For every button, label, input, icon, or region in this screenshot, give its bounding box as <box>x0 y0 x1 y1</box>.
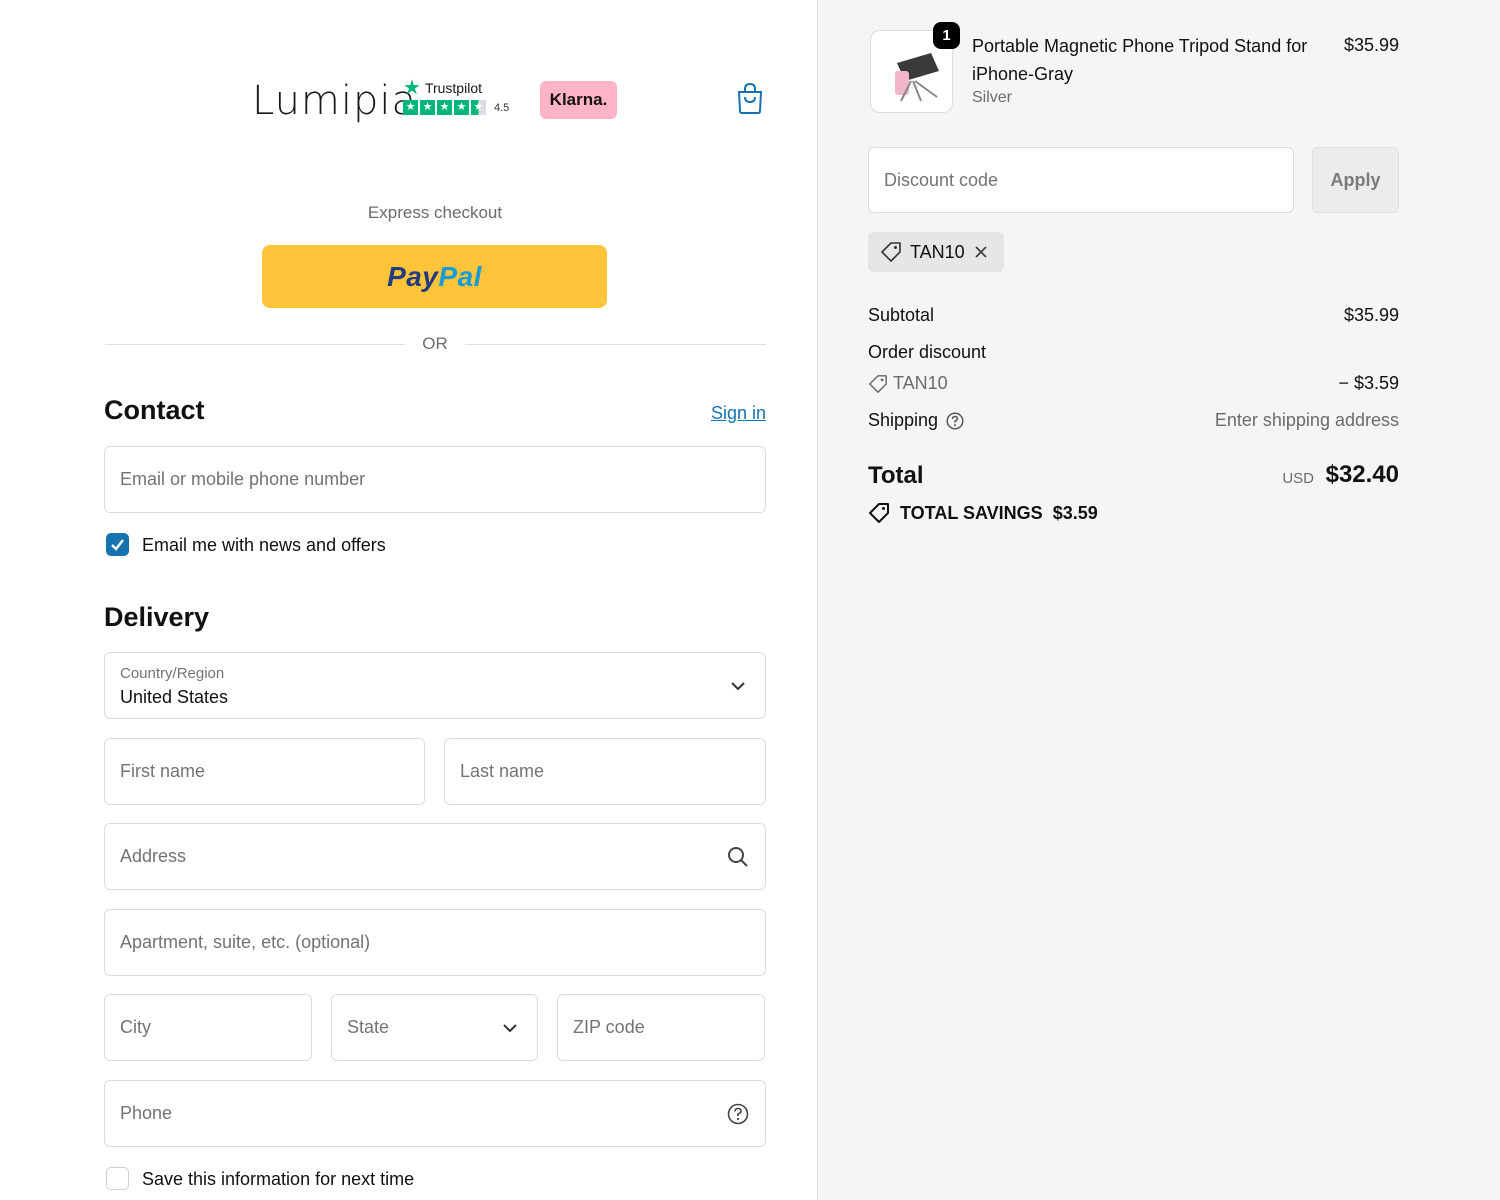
currency-code: USD <box>1282 470 1314 487</box>
chevron-down-icon <box>731 682 745 691</box>
country-label: Country/Region <box>120 665 225 682</box>
store-logo[interactable]: Lumipia <box>252 78 417 124</box>
subtotal-row: Subtotal $35.99 <box>868 305 1399 326</box>
city-field[interactable]: City <box>104 994 312 1061</box>
tag-icon <box>869 375 887 393</box>
product-variant: Silver <box>972 89 1013 106</box>
newsletter-checkbox[interactable] <box>106 533 129 556</box>
order-discount-code: TAN10 <box>893 373 948 393</box>
paypal-label-pay: Pay <box>387 260 439 292</box>
newsletter-label: Email me with news and offers <box>142 535 386 555</box>
help-icon[interactable] <box>727 1103 749 1125</box>
total-label: Total <box>868 462 924 489</box>
email-placeholder: Email or mobile phone number <box>120 469 366 489</box>
country-value: United States <box>120 687 229 707</box>
product-price: $35.99 <box>1343 35 1399 55</box>
shipping-value: Enter shipping address <box>1214 410 1399 430</box>
total-savings-label: TOTAL SAVINGS <box>900 502 1043 523</box>
address-placeholder: Address <box>120 846 187 866</box>
rating-star-icon: ★ <box>437 100 452 115</box>
rating-star-icon: ★ <box>420 100 435 115</box>
contact-heading: Contact <box>104 395 205 425</box>
paypal-button[interactable]: Pay Pal <box>262 245 607 308</box>
phone-placeholder: Phone <box>120 1103 173 1123</box>
apartment-field[interactable]: Apartment, suite, etc. (optional) <box>104 909 766 976</box>
savings-tag-icon <box>869 503 889 523</box>
remove-discount-icon[interactable] <box>973 244 989 260</box>
delivery-heading: Delivery <box>104 602 210 632</box>
subtotal-value: $35.99 <box>1343 305 1399 325</box>
checkmark-icon <box>111 539 124 551</box>
trustpilot-rating-stars: ★ ★ ★ ★ ★ 4.5 <box>403 100 518 115</box>
zip-field[interactable]: ZIP code <box>557 994 765 1061</box>
apply-discount-button[interactable]: Apply <box>1312 147 1399 213</box>
search-icon <box>728 847 748 867</box>
chevron-down-icon <box>503 1024 517 1033</box>
save-info-label: Save this information for next time <box>142 1169 415 1189</box>
phone-field[interactable]: Phone <box>104 1080 766 1147</box>
last-name-placeholder: Last name <box>460 761 545 781</box>
trustpilot-label: Trustpilot <box>424 80 482 96</box>
applied-discount-code: TAN10 <box>910 241 965 262</box>
apartment-placeholder: Apartment, suite, etc. (optional) <box>120 932 371 952</box>
address-field[interactable]: Address <box>104 823 766 890</box>
or-separator: OR <box>422 334 448 353</box>
klarna-logo: Klarna. <box>540 81 617 119</box>
divider <box>105 344 405 345</box>
trustpilot-badge: ★ Trustpilot ★ ★ ★ ★ ★ 4.5 <box>403 78 518 124</box>
total-value: $32.40 <box>1325 461 1399 488</box>
save-info-checkbox[interactable] <box>106 1167 129 1190</box>
shipping-label: Shipping <box>868 410 939 430</box>
help-icon[interactable] <box>946 412 964 430</box>
last-name-field[interactable]: Last name <box>444 738 766 805</box>
tag-icon <box>881 242 901 262</box>
discount-placeholder: Discount code <box>884 170 999 190</box>
express-checkout-title: Express checkout <box>367 203 503 222</box>
divider <box>465 344 766 345</box>
state-select[interactable]: State <box>331 994 538 1061</box>
quantity-badge: 1 <box>933 22 960 49</box>
trustpilot-score: 4.5 <box>494 101 510 114</box>
applied-discount-chip: TAN10 <box>868 232 1004 272</box>
zip-placeholder: ZIP code <box>573 1017 645 1037</box>
product-name: Portable Magnetic Phone Tripod Stand for… <box>972 36 1308 84</box>
trustpilot-star-icon: ★ <box>403 77 421 99</box>
total-savings: TOTAL SAVINGS $3.59 <box>868 502 1098 524</box>
rating-half-star-icon: ★ <box>471 100 486 115</box>
order-discount-value: − $3.59 <box>1338 373 1399 393</box>
shopping-bag-icon[interactable] <box>736 82 764 114</box>
sign-in-link[interactable]: Sign in <box>680 403 766 424</box>
subtotal-label: Subtotal <box>868 305 935 325</box>
shipping-row: Shipping Enter shipping address <box>868 410 1399 431</box>
country-select[interactable]: Country/Region United States <box>104 652 766 719</box>
first-name-field[interactable]: First name <box>104 738 425 805</box>
total-savings-value: $3.59 <box>1052 502 1098 523</box>
rating-star-icon: ★ <box>454 100 469 115</box>
paypal-label-pal: Pal <box>438 260 482 292</box>
state-placeholder: State <box>347 1017 390 1037</box>
rating-star-icon: ★ <box>403 100 418 115</box>
discount-code-field[interactable]: Discount code <box>868 147 1294 213</box>
order-discount-row: Order discount <box>868 342 1399 363</box>
order-discount-label: Order discount <box>868 342 987 362</box>
first-name-placeholder: First name <box>120 761 206 781</box>
email-field[interactable]: Email or mobile phone number <box>104 446 766 513</box>
city-placeholder: City <box>120 1017 151 1037</box>
checkout-form-panel: Lumipia ★ Trustpilot ★ ★ ★ ★ ★ 4.5 Klarna… <box>0 0 817 1200</box>
